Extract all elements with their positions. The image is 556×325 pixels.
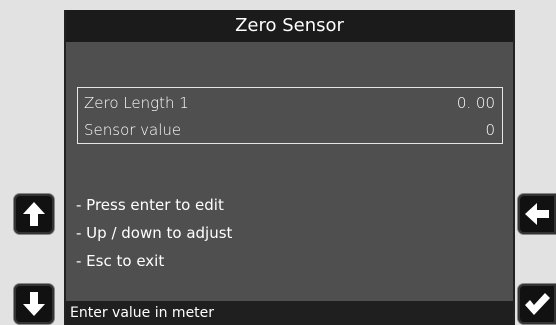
values-panel: Zero Length 1 0. 00 Sensor value 0 (77, 87, 503, 144)
arrow-down-icon (23, 292, 45, 316)
page-title: Zero Sensor (66, 10, 513, 42)
sensor-value-row: Sensor value 0 (84, 118, 495, 142)
arrow-left-icon (525, 203, 549, 225)
zero-length-row[interactable]: Zero Length 1 0. 00 (84, 91, 495, 115)
zero-length-value: 0. 00 (456, 94, 495, 112)
back-button[interactable] (518, 194, 556, 234)
up-button[interactable] (14, 194, 54, 234)
sensor-value-label: Sensor value (84, 121, 182, 139)
instruction-item: - Esc to exit (76, 252, 165, 270)
instructions-list: - Press enter to edit - Up / down to adj… (76, 191, 232, 275)
zero-length-label: Zero Length 1 (84, 94, 189, 112)
instruction-item: - Up / down to adjust (76, 224, 233, 242)
display-screen: Zero Sensor Zero Length 1 0. 00 Sensor v… (64, 10, 515, 325)
checkmark-icon (525, 293, 550, 315)
confirm-button[interactable] (518, 284, 556, 324)
instruction-item: - Press enter to edit (76, 196, 224, 214)
status-bar: Enter value in meter (66, 301, 513, 325)
sensor-value-value: 0 (485, 121, 495, 139)
down-button[interactable] (14, 284, 54, 324)
arrow-up-icon (23, 202, 45, 226)
